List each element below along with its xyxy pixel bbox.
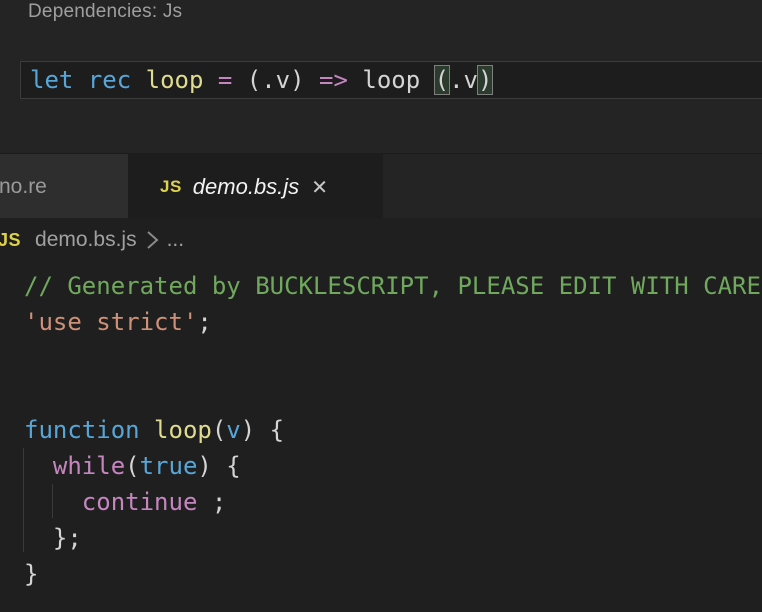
code-line: while(true) { xyxy=(24,448,762,484)
js-file-icon: JS xyxy=(0,230,21,251)
code-token xyxy=(140,416,154,444)
code-token: loop xyxy=(146,66,204,94)
code-token: continue xyxy=(82,488,198,516)
code-token: 'use strict' xyxy=(24,308,197,336)
dependencies-label: Dependencies: Js xyxy=(28,1,182,23)
code-token: ) { xyxy=(197,452,240,480)
code-token: rec xyxy=(88,66,131,94)
reason-code-line: let rec loop = (.v) => loop (.v) xyxy=(30,66,492,94)
code-token: // Generated by BUCKLESCRIPT, PLEASE EDI… xyxy=(24,272,761,300)
code-line: } xyxy=(24,556,762,592)
code-token xyxy=(73,66,87,94)
code-token: ( xyxy=(125,452,139,480)
code-token: function xyxy=(24,416,140,444)
code-token: => xyxy=(319,66,348,94)
code-token: loop xyxy=(154,416,212,444)
indent-guide xyxy=(23,448,24,552)
code-token: }; xyxy=(24,524,82,552)
code-token: ; xyxy=(197,488,226,516)
code-line: function loop(v) { xyxy=(24,412,762,448)
code-line: }; xyxy=(24,520,762,556)
tab-demo-bs-js[interactable]: JS demo.bs.js ✕ xyxy=(128,154,383,219)
code-line xyxy=(24,376,762,412)
code-token xyxy=(131,66,145,94)
code-line: // Generated by BUCKLESCRIPT, PLEASE EDI… xyxy=(24,268,762,304)
code-token: let xyxy=(30,66,73,94)
code-token: } xyxy=(24,560,38,588)
reason-code-box[interactable]: let rec loop = (.v) => loop (.v) xyxy=(20,61,762,99)
breadcrumb: JS demo.bs.js ... xyxy=(0,218,762,262)
breadcrumb-file-name[interactable]: demo.bs.js xyxy=(35,228,137,252)
code-token: true xyxy=(140,452,198,480)
code-token xyxy=(203,66,217,94)
code-token: = xyxy=(218,66,232,94)
code-token: ) { xyxy=(241,416,284,444)
code-line: 'use strict'; xyxy=(24,304,762,340)
indent-guide xyxy=(52,484,53,518)
code-line xyxy=(24,340,762,376)
editor-pane: JS demo.bs.js ... // Generated by BUCKLE… xyxy=(0,218,762,612)
code-token: ) xyxy=(478,66,492,94)
tab-demo-re[interactable]: no.re xyxy=(0,154,128,219)
code-line: continue ; xyxy=(24,484,762,520)
code-token: (.v) xyxy=(232,66,319,94)
chevron-right-icon xyxy=(146,229,159,251)
close-icon[interactable]: ✕ xyxy=(311,175,328,199)
code-token xyxy=(24,452,53,480)
code-token: ( xyxy=(212,416,226,444)
code-token: while xyxy=(53,452,125,480)
js-file-icon: JS xyxy=(160,177,182,197)
code-token: ; xyxy=(197,308,211,336)
code-token: loop xyxy=(348,66,435,94)
tab-label: no.re xyxy=(0,175,47,199)
tab-title: demo.bs.js xyxy=(193,174,299,200)
tab-bar: no.re JS demo.bs.js ✕ xyxy=(0,153,762,218)
code-token: v xyxy=(226,416,240,444)
code-lines[interactable]: // Generated by BUCKLESCRIPT, PLEASE EDI… xyxy=(0,268,762,612)
breadcrumb-ellipsis[interactable]: ... xyxy=(167,228,185,252)
top-panel: Dependencies: Js let rec loop = (.v) => … xyxy=(0,0,762,153)
code-token: ( xyxy=(435,66,449,94)
code-token: .v xyxy=(449,66,478,94)
